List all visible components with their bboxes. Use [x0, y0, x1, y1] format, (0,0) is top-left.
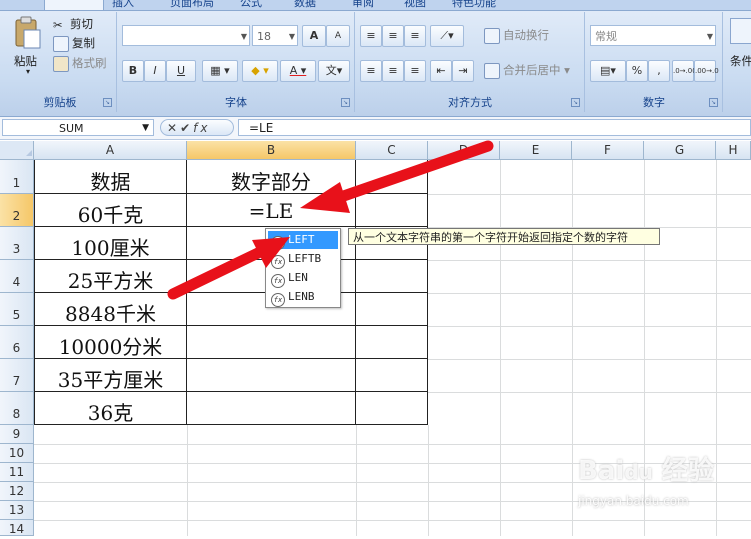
arrow-to-cell-b2: [300, 140, 494, 213]
watermark-url: jingyan.baidu.com: [578, 494, 689, 508]
baidu-jingyan-logo: Baidu 经验: [578, 456, 714, 486]
arrow-to-left-function: [167, 237, 290, 300]
